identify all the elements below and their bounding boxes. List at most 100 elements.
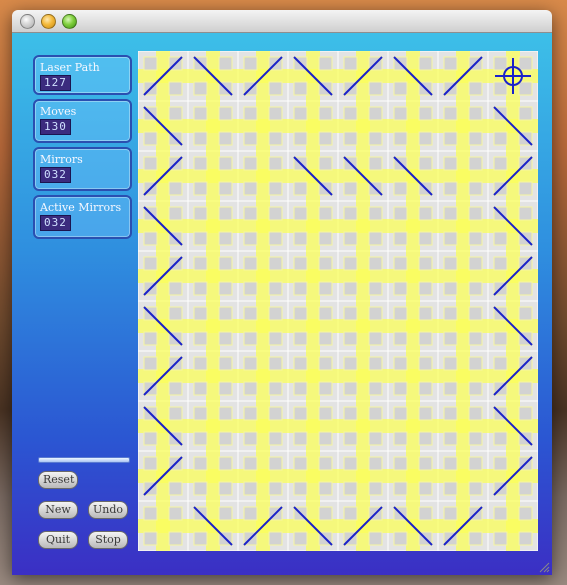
laser-path-panel: Laser Path 127 xyxy=(33,55,132,95)
board-tile xyxy=(293,356,308,371)
zoom-window-button[interactable] xyxy=(62,14,77,29)
board-tile xyxy=(468,306,483,321)
board-tile xyxy=(143,56,158,71)
board-canvas[interactable] xyxy=(138,51,538,551)
moves-value: 130 xyxy=(40,119,71,135)
board-tile xyxy=(293,431,308,446)
board-tile xyxy=(518,106,533,121)
board-tile xyxy=(218,306,233,321)
board-tile xyxy=(168,281,183,296)
board-tile xyxy=(243,106,258,121)
board-tile xyxy=(493,81,508,96)
board-tile xyxy=(243,381,258,396)
board-tile xyxy=(468,206,483,221)
board-tile xyxy=(168,381,183,396)
reset-button[interactable]: Reset xyxy=(38,471,78,489)
board-tile xyxy=(293,81,308,96)
board-tile xyxy=(318,106,333,121)
close-window-button[interactable] xyxy=(20,14,35,29)
board-tile xyxy=(193,406,208,421)
board-tile xyxy=(518,56,533,71)
resize-grip-icon[interactable] xyxy=(538,561,550,573)
minimize-window-button[interactable] xyxy=(41,14,56,29)
active-mirrors-panel: Active Mirrors 032 xyxy=(33,195,132,239)
board-tile xyxy=(243,281,258,296)
board-tile xyxy=(368,431,383,446)
board-tile xyxy=(393,331,408,346)
board-tile xyxy=(168,306,183,321)
board-tile xyxy=(393,456,408,471)
board-tile xyxy=(368,156,383,171)
board-tile xyxy=(468,381,483,396)
board-tile xyxy=(518,181,533,196)
board-tile xyxy=(243,206,258,221)
board-tile xyxy=(418,306,433,321)
board-tile xyxy=(518,281,533,296)
board-tile xyxy=(468,181,483,196)
mirrors-value: 032 xyxy=(40,167,71,183)
board-tile xyxy=(143,531,158,546)
board-tile xyxy=(268,406,283,421)
board-tile xyxy=(343,256,358,271)
board-tile xyxy=(318,481,333,496)
board-tile xyxy=(318,131,333,146)
board-tile xyxy=(368,356,383,371)
laser-path-label: Laser Path xyxy=(40,61,100,74)
board-tile xyxy=(418,481,433,496)
board-tile xyxy=(243,456,258,471)
board-tile xyxy=(318,256,333,271)
board-tile xyxy=(243,406,258,421)
board-tile xyxy=(218,106,233,121)
board-tile xyxy=(518,206,533,221)
game-board[interactable] xyxy=(138,51,538,551)
board-tile xyxy=(218,381,233,396)
board-tile xyxy=(293,181,308,196)
title-bar[interactable] xyxy=(12,10,552,33)
board-tile xyxy=(393,181,408,196)
board-tile xyxy=(268,281,283,296)
board-tile xyxy=(318,356,333,371)
board-tile xyxy=(143,506,158,521)
board-tile xyxy=(193,256,208,271)
board-tile xyxy=(143,156,158,171)
board-tile xyxy=(443,381,458,396)
new-button[interactable]: New xyxy=(38,501,78,519)
board-tile xyxy=(443,456,458,471)
board-tile xyxy=(143,231,158,246)
moves-label: Moves xyxy=(40,105,77,118)
board-tile xyxy=(268,331,283,346)
speed-slider[interactable] xyxy=(38,457,130,463)
app-window: Laser Path 127 Moves 130 Mirrors 032 Act… xyxy=(12,10,552,575)
board-tile xyxy=(368,531,383,546)
board-tile xyxy=(293,481,308,496)
board-tile xyxy=(168,506,183,521)
board-tile xyxy=(468,406,483,421)
board-tile xyxy=(468,356,483,371)
board-tile xyxy=(218,131,233,146)
board-tile xyxy=(368,456,383,471)
board-tile xyxy=(218,406,233,421)
board-tile xyxy=(243,356,258,371)
board-tile xyxy=(193,431,208,446)
board-tile xyxy=(418,406,433,421)
board-tile xyxy=(193,356,208,371)
board-tile xyxy=(268,531,283,546)
board-tile xyxy=(268,81,283,96)
board-tile xyxy=(218,206,233,221)
board-tile xyxy=(393,381,408,396)
board-tile xyxy=(393,406,408,421)
undo-button[interactable]: Undo xyxy=(88,501,128,519)
stop-button[interactable]: Stop xyxy=(88,531,128,549)
quit-button[interactable]: Quit xyxy=(38,531,78,549)
board-tile xyxy=(318,331,333,346)
board-tile xyxy=(268,256,283,271)
board-tile xyxy=(243,256,258,271)
board-tile xyxy=(468,456,483,471)
board-tile xyxy=(418,431,433,446)
board-tile xyxy=(243,481,258,496)
board-tile xyxy=(168,531,183,546)
board-tile xyxy=(443,206,458,221)
board-tile xyxy=(318,206,333,221)
board-tile xyxy=(318,431,333,446)
board-tile xyxy=(243,231,258,246)
